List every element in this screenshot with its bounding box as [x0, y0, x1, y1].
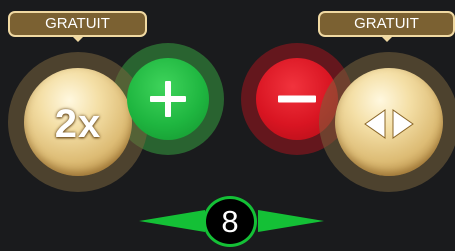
minus-icon [278, 95, 316, 103]
triangle-left-icon[interactable] [139, 210, 205, 232]
free-badge-right: GRATUIT [318, 11, 455, 42]
plus-icon [150, 81, 186, 117]
plus-button[interactable] [127, 58, 209, 140]
double-button-label: 2x [54, 101, 102, 146]
free-badge-left: GRATUIT [8, 11, 147, 42]
triangle-right-icon[interactable] [258, 210, 324, 232]
swap-button[interactable] [335, 68, 443, 176]
counter-value: 8 [203, 196, 257, 247]
left-right-arrows-icon [364, 109, 414, 139]
double-button[interactable]: 2x [24, 68, 132, 176]
